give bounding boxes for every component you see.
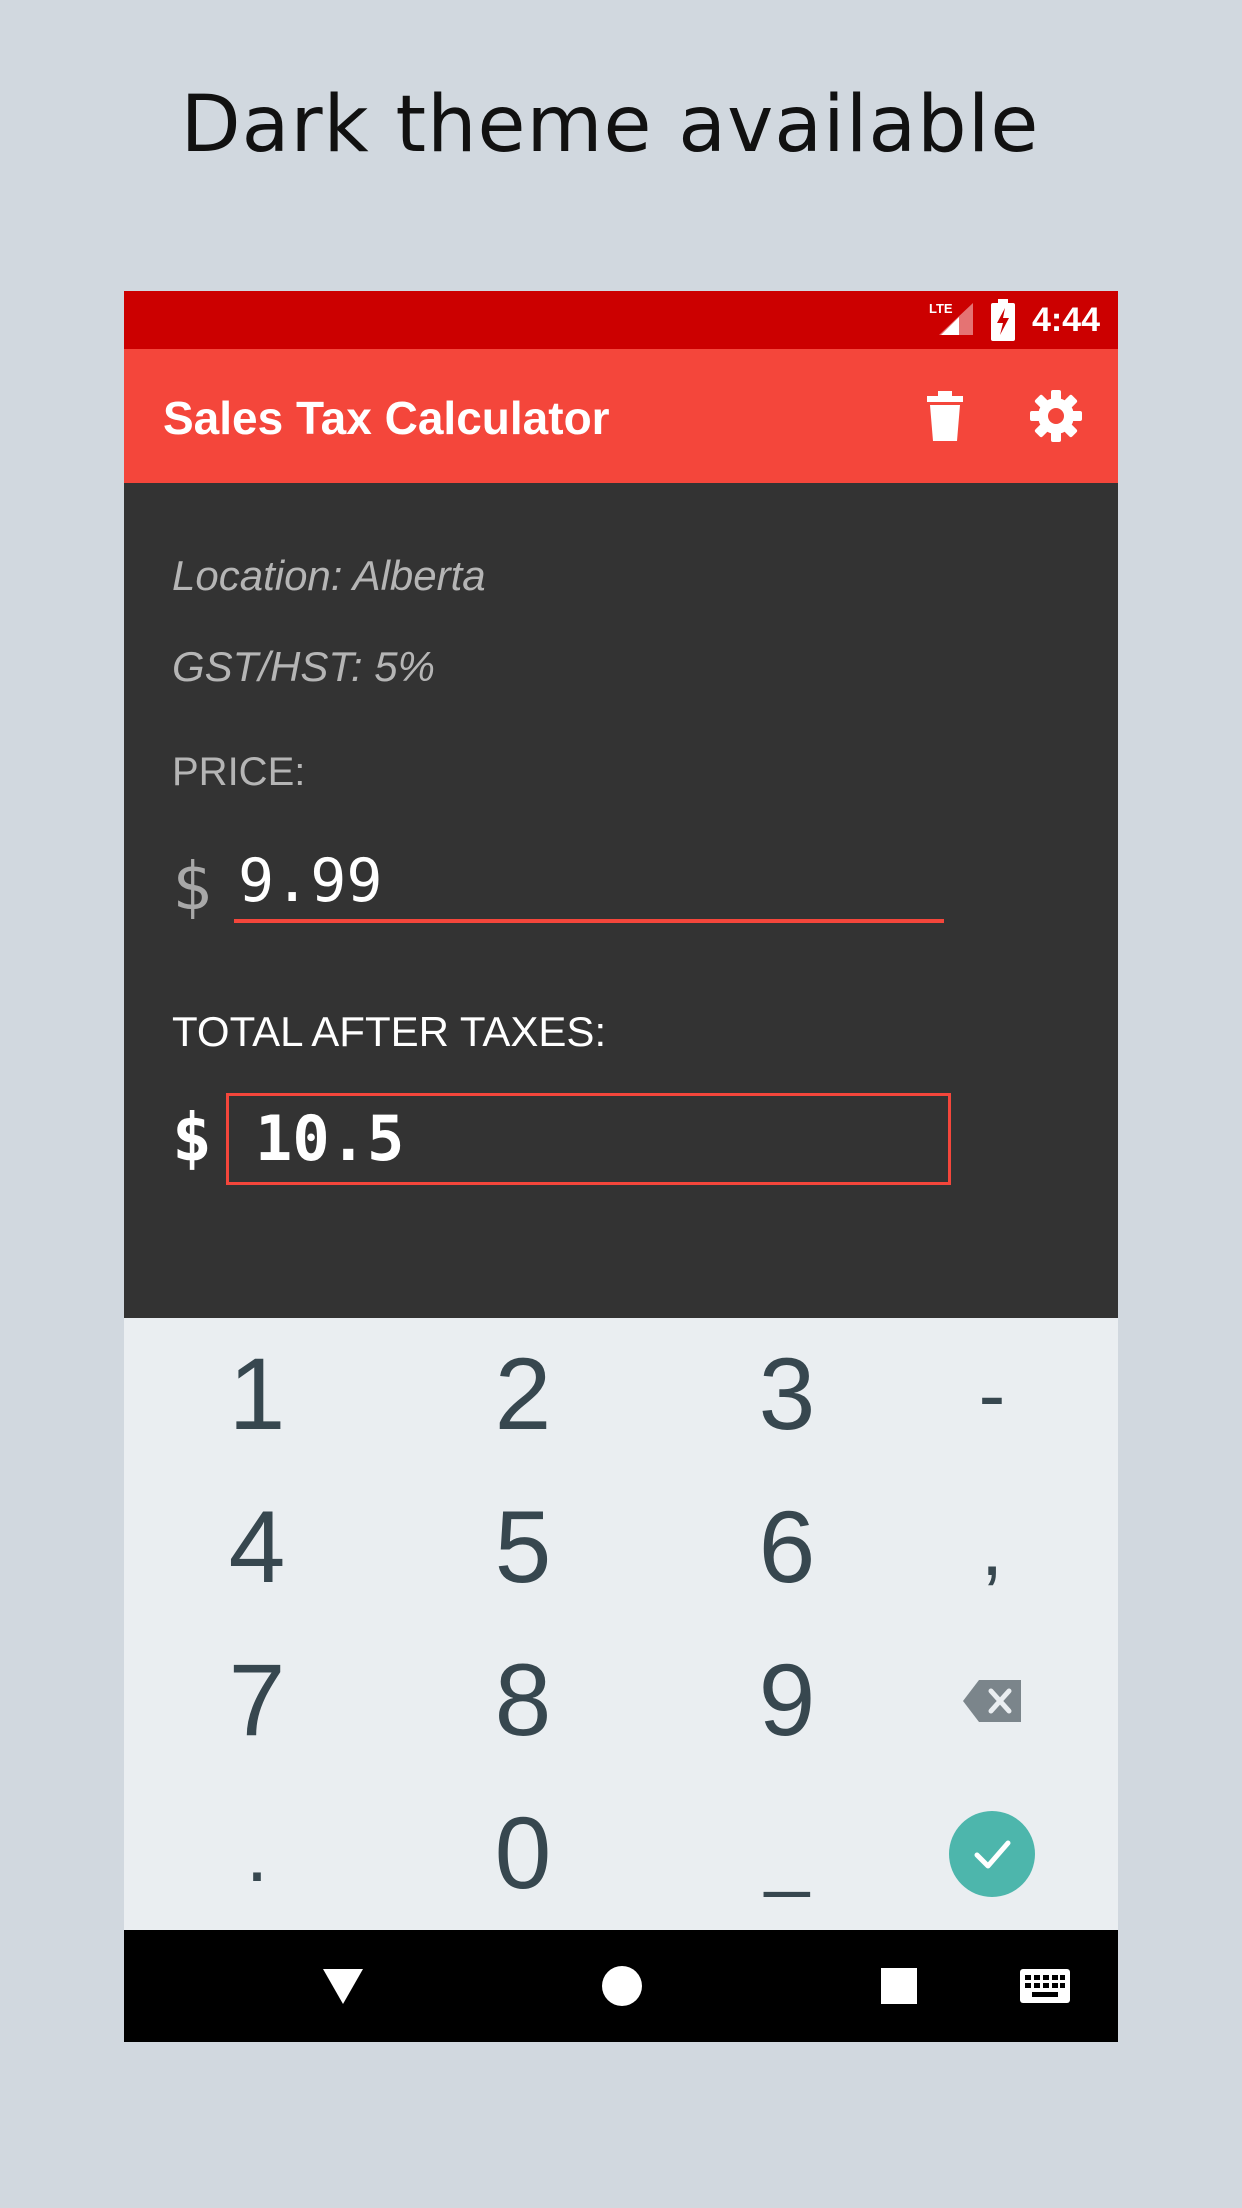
price-currency-symbol: $ [172,848,212,925]
home-circle-icon[interactable] [601,1965,643,2007]
keyboard-icon[interactable] [1020,1969,1070,2003]
total-label: TOTAL AFTER TAXES: [172,1008,607,1055]
price-input[interactable] [234,843,944,923]
lte-signal-icon: LTE [929,301,973,335]
backspace-icon [963,1679,1021,1722]
key-1[interactable]: 1 [124,1318,390,1471]
price-label: PRICE: [172,750,306,794]
lte-label: LTE [929,301,953,316]
phone-screen: LTE 4:44 Sales Tax Calculator Location: … [124,291,1118,2042]
check-icon [974,1840,1011,1868]
backspace-key[interactable] [876,1624,1108,1777]
total-value: 10.5 [226,1093,951,1185]
battery-charging-icon [991,299,1015,341]
status-time: 4:44 [1031,301,1100,339]
key-comma[interactable]: , [876,1471,1108,1624]
key-7[interactable]: 7 [124,1624,390,1777]
gear-icon[interactable] [1029,389,1083,443]
location-text: Location: Alberta [172,552,486,599]
key-0[interactable]: 0 [390,1777,656,1930]
key-4[interactable]: 4 [124,1471,390,1624]
trash-icon[interactable] [920,389,970,443]
back-triangle-icon[interactable] [320,1966,366,2006]
total-currency-symbol: $ [172,1099,212,1176]
key-decimal[interactable]: . [124,1777,390,1930]
key-2[interactable]: 2 [390,1318,656,1471]
done-key[interactable] [876,1777,1108,1930]
key-8[interactable]: 8 [390,1624,656,1777]
recents-square-icon[interactable] [880,1967,918,2005]
calculator-panel: Location: Alberta GST/HST: 5% PRICE: $ T… [124,483,1118,1318]
app-bar: Sales Tax Calculator [124,349,1118,483]
key-5[interactable]: 5 [390,1471,656,1624]
headline: Dark theme available [180,80,1040,170]
numeric-keyboard: 1 2 3 - 4 5 6 , 7 8 9 . 0 _ [124,1318,1118,1930]
done-button[interactable] [949,1810,1035,1897]
app-title: Sales Tax Calculator [163,392,610,444]
status-bar: LTE 4:44 [124,291,1118,349]
gst-rate-text: GST/HST: 5% [172,643,435,690]
key-minus[interactable]: - [876,1318,1108,1471]
navigation-bar [124,1930,1118,2042]
